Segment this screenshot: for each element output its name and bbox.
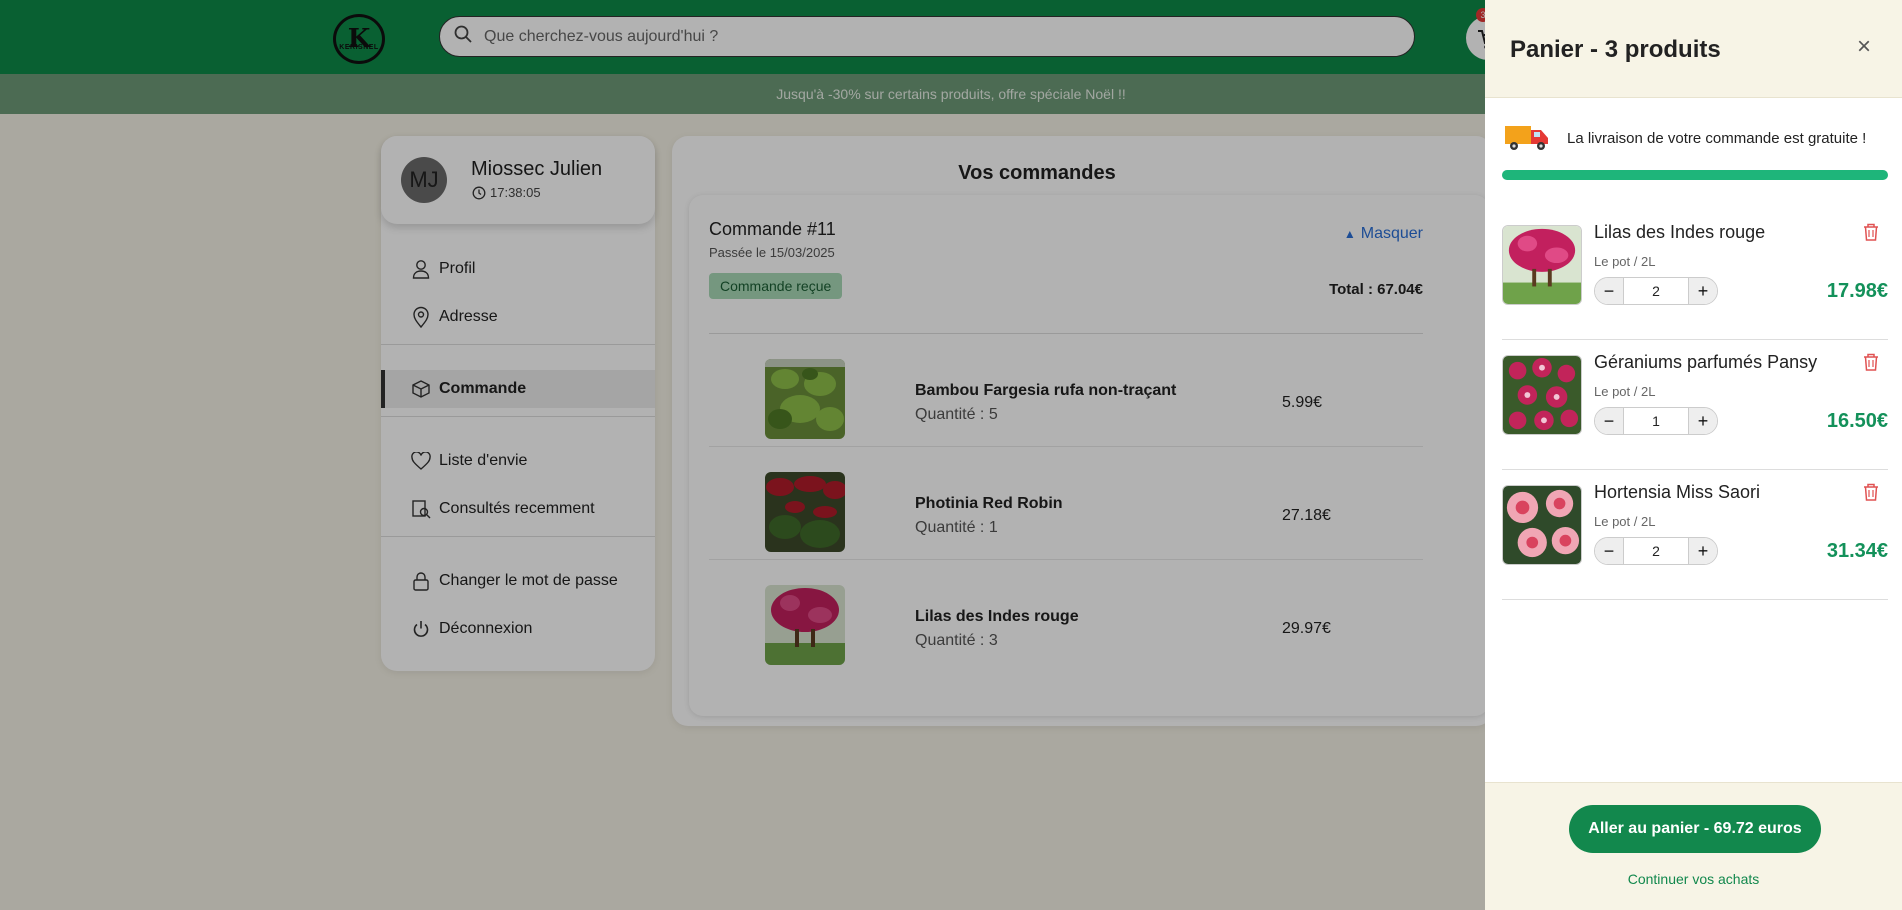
shipping-progress-bar xyxy=(1502,170,1888,180)
cart-item-name[interactable]: Hortensia Miss Saori xyxy=(1594,482,1760,503)
quantity-stepper: − 2 + xyxy=(1594,277,1718,305)
increment-button[interactable]: + xyxy=(1689,278,1717,304)
go-to-cart-button[interactable]: Aller au panier - 69.72 euros xyxy=(1569,805,1821,853)
trash-icon[interactable] xyxy=(1862,352,1880,372)
delivery-truck-icon xyxy=(1503,120,1551,157)
product-image[interactable] xyxy=(1502,225,1582,305)
cart-item-variant: Le pot / 2L xyxy=(1594,254,1656,269)
cart-item-price: 17.98€ xyxy=(1826,280,1888,302)
cart-item-price: 31.34€ xyxy=(1826,540,1888,562)
shipping-message: La livraison de votre commande est gratu… xyxy=(1567,130,1867,147)
free-shipping-notice: La livraison de votre commande est gratu… xyxy=(1503,120,1866,157)
cart-item: Géraniums parfumés Pansy Le pot / 2L − 1… xyxy=(1502,340,1888,470)
cart-drawer: Panier - 3 produits × La livraison de vo… xyxy=(1485,0,1902,910)
cart-title: Panier - 3 produits xyxy=(1510,36,1721,63)
quantity-value[interactable]: 2 xyxy=(1623,278,1689,304)
quantity-value[interactable]: 1 xyxy=(1623,408,1689,434)
close-icon[interactable]: × xyxy=(1853,35,1875,59)
cart-item-price: 16.50€ xyxy=(1826,410,1888,432)
decrement-button[interactable]: − xyxy=(1595,408,1623,434)
product-image[interactable] xyxy=(1502,485,1582,565)
cart-item-variant: Le pot / 2L xyxy=(1594,514,1656,529)
increment-button[interactable]: + xyxy=(1689,538,1717,564)
cart-drawer-header: Panier - 3 produits × xyxy=(1485,0,1902,98)
trash-icon[interactable] xyxy=(1862,222,1880,242)
increment-button[interactable]: + xyxy=(1689,408,1717,434)
shipping-progress-fill xyxy=(1502,170,1888,180)
decrement-button[interactable]: − xyxy=(1595,538,1623,564)
quantity-value[interactable]: 2 xyxy=(1623,538,1689,564)
product-image[interactable] xyxy=(1502,355,1582,435)
decrement-button[interactable]: − xyxy=(1595,278,1623,304)
cart-drawer-footer: Aller au panier - 69.72 euros Continuer … xyxy=(1485,782,1902,910)
cart-item-name[interactable]: Géraniums parfumés Pansy xyxy=(1594,352,1817,373)
quantity-stepper: − 1 + xyxy=(1594,407,1718,435)
cart-item: Hortensia Miss Saori Le pot / 2L − 2 + 3… xyxy=(1502,470,1888,600)
quantity-stepper: − 2 + xyxy=(1594,537,1718,565)
trash-icon[interactable] xyxy=(1862,482,1880,502)
cart-item-name[interactable]: Lilas des Indes rouge xyxy=(1594,222,1765,243)
cart-item: Lilas des Indes rouge Le pot / 2L − 2 + … xyxy=(1502,210,1888,340)
cart-item-variant: Le pot / 2L xyxy=(1594,384,1656,399)
continue-shopping-link[interactable]: Continuer vos achats xyxy=(1485,871,1902,887)
